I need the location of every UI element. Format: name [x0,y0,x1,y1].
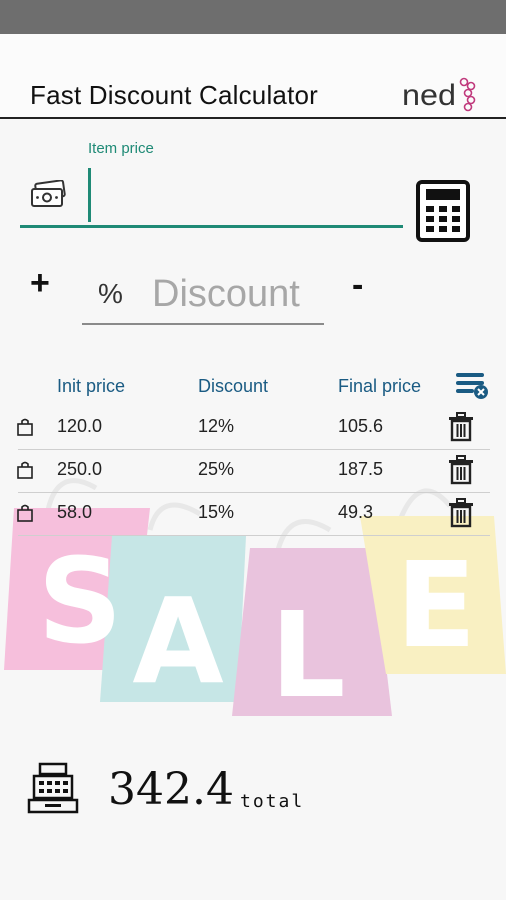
trash-icon[interactable] [448,412,474,442]
decrease-discount-button[interactable]: - [352,266,363,305]
status-bar [0,0,506,34]
sale-letter-a: A [132,572,223,710]
item-price-underline [20,225,403,228]
init-price-cell: 250.0 [57,459,103,479]
cash-register-icon [27,762,79,814]
shopping-bag-icon [17,504,33,522]
item-price-label: Item price [88,140,154,157]
row-divider [18,535,490,536]
clear-list-icon[interactable] [454,370,490,400]
shopping-bag-icon [17,461,33,479]
sale-letter-s: S [38,532,123,670]
column-header-final-price: Final price [338,376,422,396]
final-price-cell: 187.5 [338,459,384,479]
trash-icon[interactable] [448,455,474,485]
table-row: 120.0 12% 105.6 [0,406,506,450]
increase-discount-button[interactable]: + [30,264,50,303]
discount-cell: 12% [198,416,235,436]
calculator-button[interactable] [416,180,470,242]
init-price-cell: 120.0 [57,416,103,436]
discount-cell: 25% [198,459,235,479]
ned-logo: ned [402,77,476,112]
discount-underline [82,323,324,325]
trash-icon[interactable] [448,498,474,528]
percent-symbol: % [98,278,123,309]
app-title: Fast Discount Calculator [30,80,319,110]
final-price-cell: 105.6 [338,416,384,436]
shopping-bag-icon [17,418,33,436]
sale-letter-e: E [396,536,477,674]
money-bill-icon [31,180,66,207]
table-row: 58.0 15% 49.3 [0,492,506,536]
item-price-input[interactable] [96,170,400,222]
table-row: 250.0 25% 187.5 [0,449,506,493]
text-cursor [88,168,91,222]
sale-letter-l: L [270,586,345,724]
discount-cell: 15% [198,502,235,522]
logo-text: ned [402,79,456,112]
column-header-init-price: Init price [57,376,126,396]
column-header-discount: Discount [198,376,269,396]
final-price-cell: 49.3 [338,502,374,522]
discount-input[interactable] [150,270,329,318]
total-value: 342.4 [108,764,234,815]
total-label: total [240,791,305,812]
init-price-cell: 58.0 [57,502,93,522]
app-bar-divider [0,117,506,119]
